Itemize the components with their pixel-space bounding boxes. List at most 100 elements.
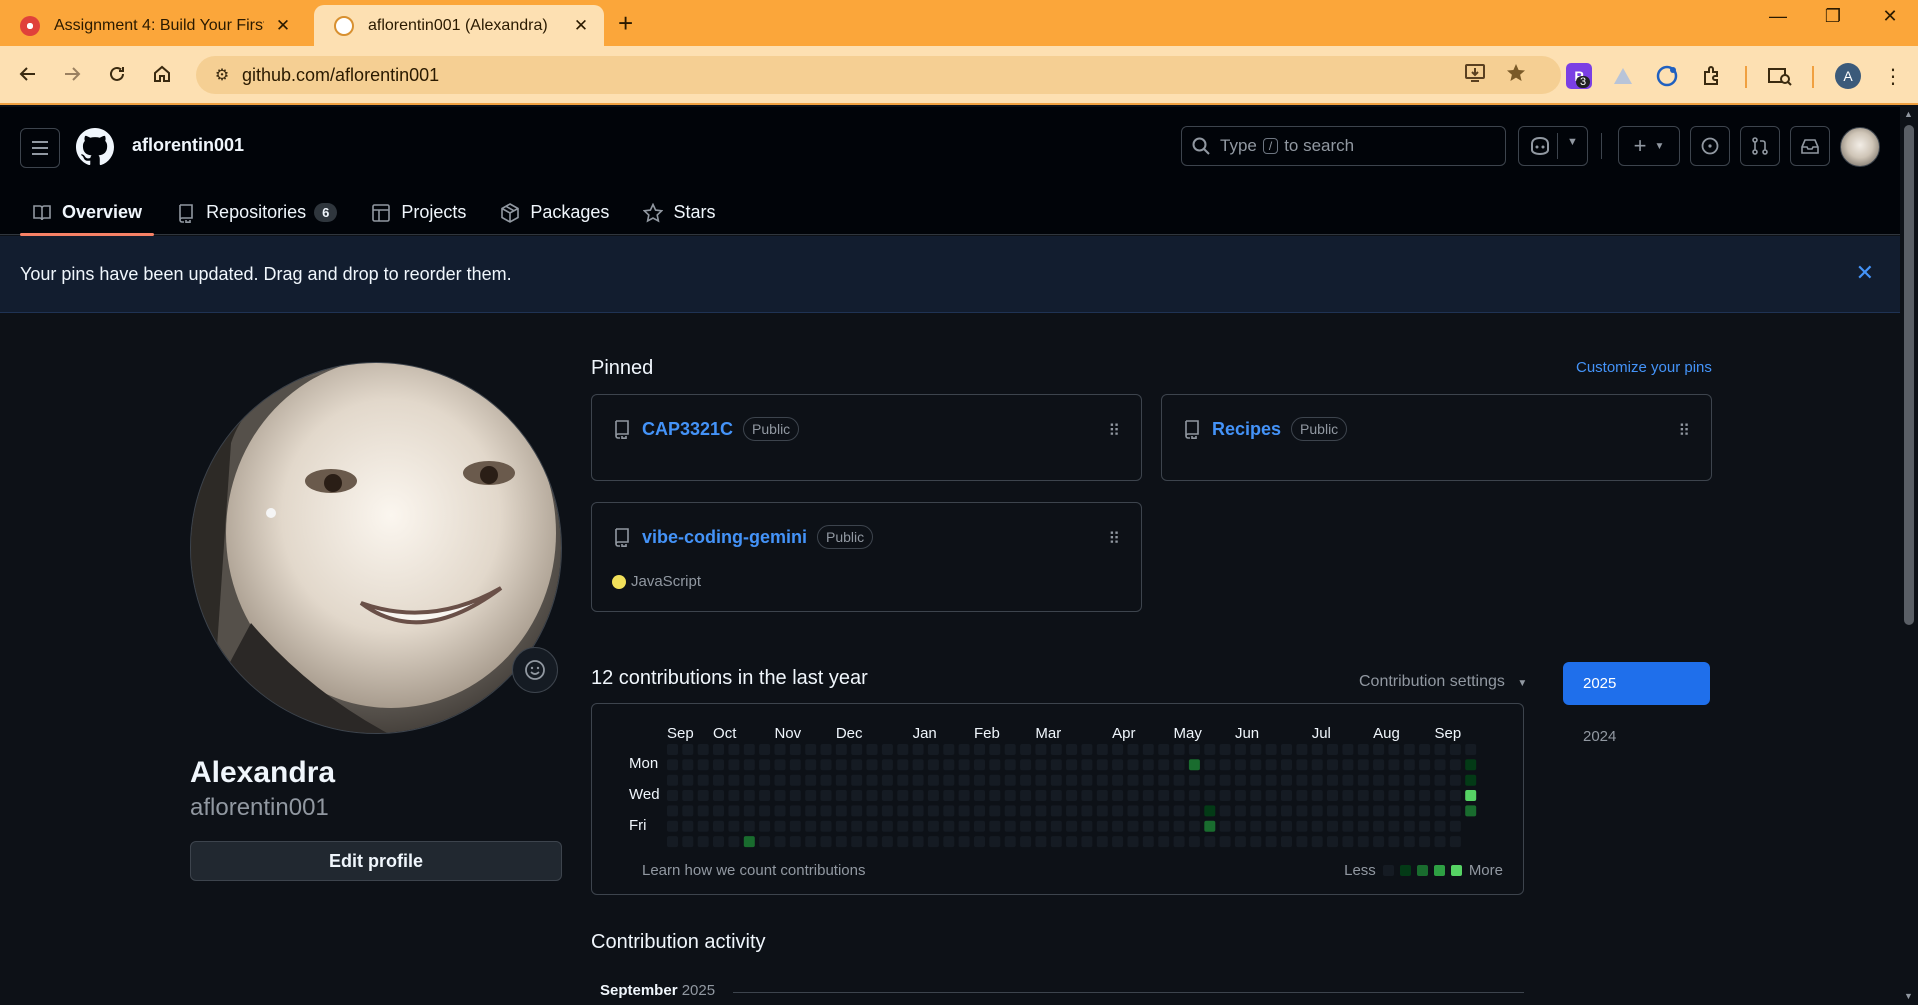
- contribution-day[interactable]: [1357, 759, 1369, 771]
- contribution-day[interactable]: [958, 820, 970, 832]
- contribution-day[interactable]: [789, 790, 801, 801]
- contribution-day[interactable]: [1219, 790, 1231, 801]
- contribution-day[interactable]: [728, 820, 740, 832]
- contribution-day[interactable]: [713, 790, 724, 801]
- contribution-day[interactable]: [1327, 805, 1338, 817]
- pinned-repo-card[interactable]: vibe-coding-gemini Public ⠿ JavaScript: [591, 502, 1142, 612]
- contribution-day[interactable]: [682, 744, 694, 755]
- contribution-day[interactable]: [1311, 836, 1323, 848]
- contribution-day[interactable]: [1419, 790, 1431, 801]
- contribution-day[interactable]: [728, 836, 740, 848]
- contribution-day[interactable]: [1327, 759, 1338, 771]
- repo-name-link[interactable]: vibe-coding-gemini: [642, 527, 807, 548]
- contribution-day[interactable]: [1281, 744, 1292, 755]
- contribution-day[interactable]: [943, 744, 955, 755]
- contribution-day[interactable]: [1020, 820, 1032, 832]
- contribution-day[interactable]: [1465, 790, 1477, 801]
- close-tab-icon[interactable]: ✕: [570, 16, 592, 36]
- contribution-day[interactable]: [743, 820, 755, 832]
- contribution-day[interactable]: [1020, 744, 1032, 755]
- contribution-day[interactable]: [1357, 836, 1369, 848]
- contribution-day[interactable]: [974, 820, 985, 832]
- contribution-day[interactable]: [1250, 774, 1262, 786]
- contribution-day[interactable]: [851, 805, 863, 817]
- contribution-day[interactable]: [1204, 836, 1216, 848]
- contribution-day[interactable]: [912, 759, 924, 771]
- contribution-day[interactable]: [927, 744, 939, 755]
- contribution-day[interactable]: [989, 744, 1001, 755]
- contribution-day[interactable]: [1066, 744, 1078, 755]
- contribution-day[interactable]: [697, 759, 709, 771]
- contribution-day[interactable]: [835, 836, 847, 848]
- contribution-day[interactable]: [1204, 805, 1216, 817]
- contribution-day[interactable]: [1265, 759, 1277, 771]
- contribution-day[interactable]: [743, 774, 755, 786]
- contribution-day[interactable]: [927, 774, 939, 786]
- contribution-day[interactable]: [1020, 805, 1032, 817]
- contribution-day[interactable]: [866, 836, 878, 848]
- contribution-day[interactable]: [1419, 774, 1431, 786]
- contribution-day[interactable]: [1449, 805, 1461, 817]
- copilot-dropdown-icon[interactable]: ▼: [1567, 136, 1578, 148]
- contribution-day[interactable]: [1296, 820, 1308, 832]
- contribution-day[interactable]: [1173, 790, 1185, 801]
- contribution-day[interactable]: [1250, 759, 1262, 771]
- contribution-day[interactable]: [1403, 836, 1415, 848]
- contribution-day[interactable]: [1219, 744, 1231, 755]
- contribution-day[interactable]: [728, 790, 740, 801]
- contribution-day[interactable]: [866, 790, 878, 801]
- contribution-day[interactable]: [1311, 790, 1323, 801]
- contribution-day[interactable]: [1066, 805, 1078, 817]
- contribution-day[interactable]: [713, 805, 724, 817]
- extension-arrow-icon[interactable]: [1610, 63, 1636, 89]
- contribution-day[interactable]: [1342, 805, 1354, 817]
- contribution-day[interactable]: [1327, 774, 1338, 786]
- contribution-day[interactable]: [1158, 744, 1170, 755]
- contribution-day[interactable]: [789, 774, 801, 786]
- browser-menu-icon[interactable]: ⋮: [1880, 63, 1906, 89]
- contribution-day[interactable]: [989, 774, 1001, 786]
- contribution-day[interactable]: [667, 774, 678, 786]
- contribution-day[interactable]: [682, 774, 694, 786]
- contribution-day[interactable]: [1112, 820, 1124, 832]
- contribution-day[interactable]: [1296, 774, 1308, 786]
- contribution-day[interactable]: [1327, 744, 1338, 755]
- forward-icon[interactable]: [56, 58, 88, 90]
- contribution-day[interactable]: [1342, 774, 1354, 786]
- contribution-day[interactable]: [759, 744, 771, 755]
- contribution-day[interactable]: [1035, 805, 1047, 817]
- contribution-day[interactable]: [835, 805, 847, 817]
- contribution-day[interactable]: [1020, 790, 1032, 801]
- new-tab-button[interactable]: +: [618, 8, 633, 39]
- drag-handle-icon[interactable]: ⠿: [1678, 421, 1690, 441]
- contribution-day[interactable]: [1127, 836, 1139, 848]
- contribution-day[interactable]: [759, 836, 771, 848]
- contribution-day[interactable]: [1265, 744, 1277, 755]
- contribution-day[interactable]: [805, 805, 817, 817]
- contribution-day[interactable]: [667, 805, 678, 817]
- contribution-day[interactable]: [1311, 805, 1323, 817]
- contribution-day[interactable]: [1096, 774, 1108, 786]
- pinned-repo-card[interactable]: CAP3321C Public ⠿: [591, 394, 1142, 481]
- contribution-day[interactable]: [1281, 820, 1292, 832]
- contribution-day[interactable]: [1373, 820, 1385, 832]
- contribution-day[interactable]: [1050, 774, 1062, 786]
- contribution-day[interactable]: [1234, 744, 1246, 755]
- create-new-button[interactable]: + ▼: [1618, 126, 1680, 166]
- tab-stars[interactable]: Stars: [631, 190, 727, 235]
- contribution-day[interactable]: [1035, 790, 1047, 801]
- contribution-day[interactable]: [667, 836, 678, 848]
- contribution-day[interactable]: [1188, 805, 1200, 817]
- contribution-day[interactable]: [1004, 820, 1016, 832]
- contribution-day[interactable]: [1234, 805, 1246, 817]
- contribution-day[interactable]: [1388, 820, 1400, 832]
- contribution-day[interactable]: [835, 744, 847, 755]
- contribution-day[interactable]: [1250, 744, 1262, 755]
- browser-tab-github[interactable]: aflorentin001 (Alexandra) ✕: [314, 5, 604, 46]
- contribution-day[interactable]: [851, 744, 863, 755]
- contribution-day[interactable]: [743, 836, 755, 848]
- contribution-day[interactable]: [835, 820, 847, 832]
- contribution-day[interactable]: [682, 820, 694, 832]
- contribution-day[interactable]: [743, 759, 755, 771]
- contribution-day[interactable]: [1373, 790, 1385, 801]
